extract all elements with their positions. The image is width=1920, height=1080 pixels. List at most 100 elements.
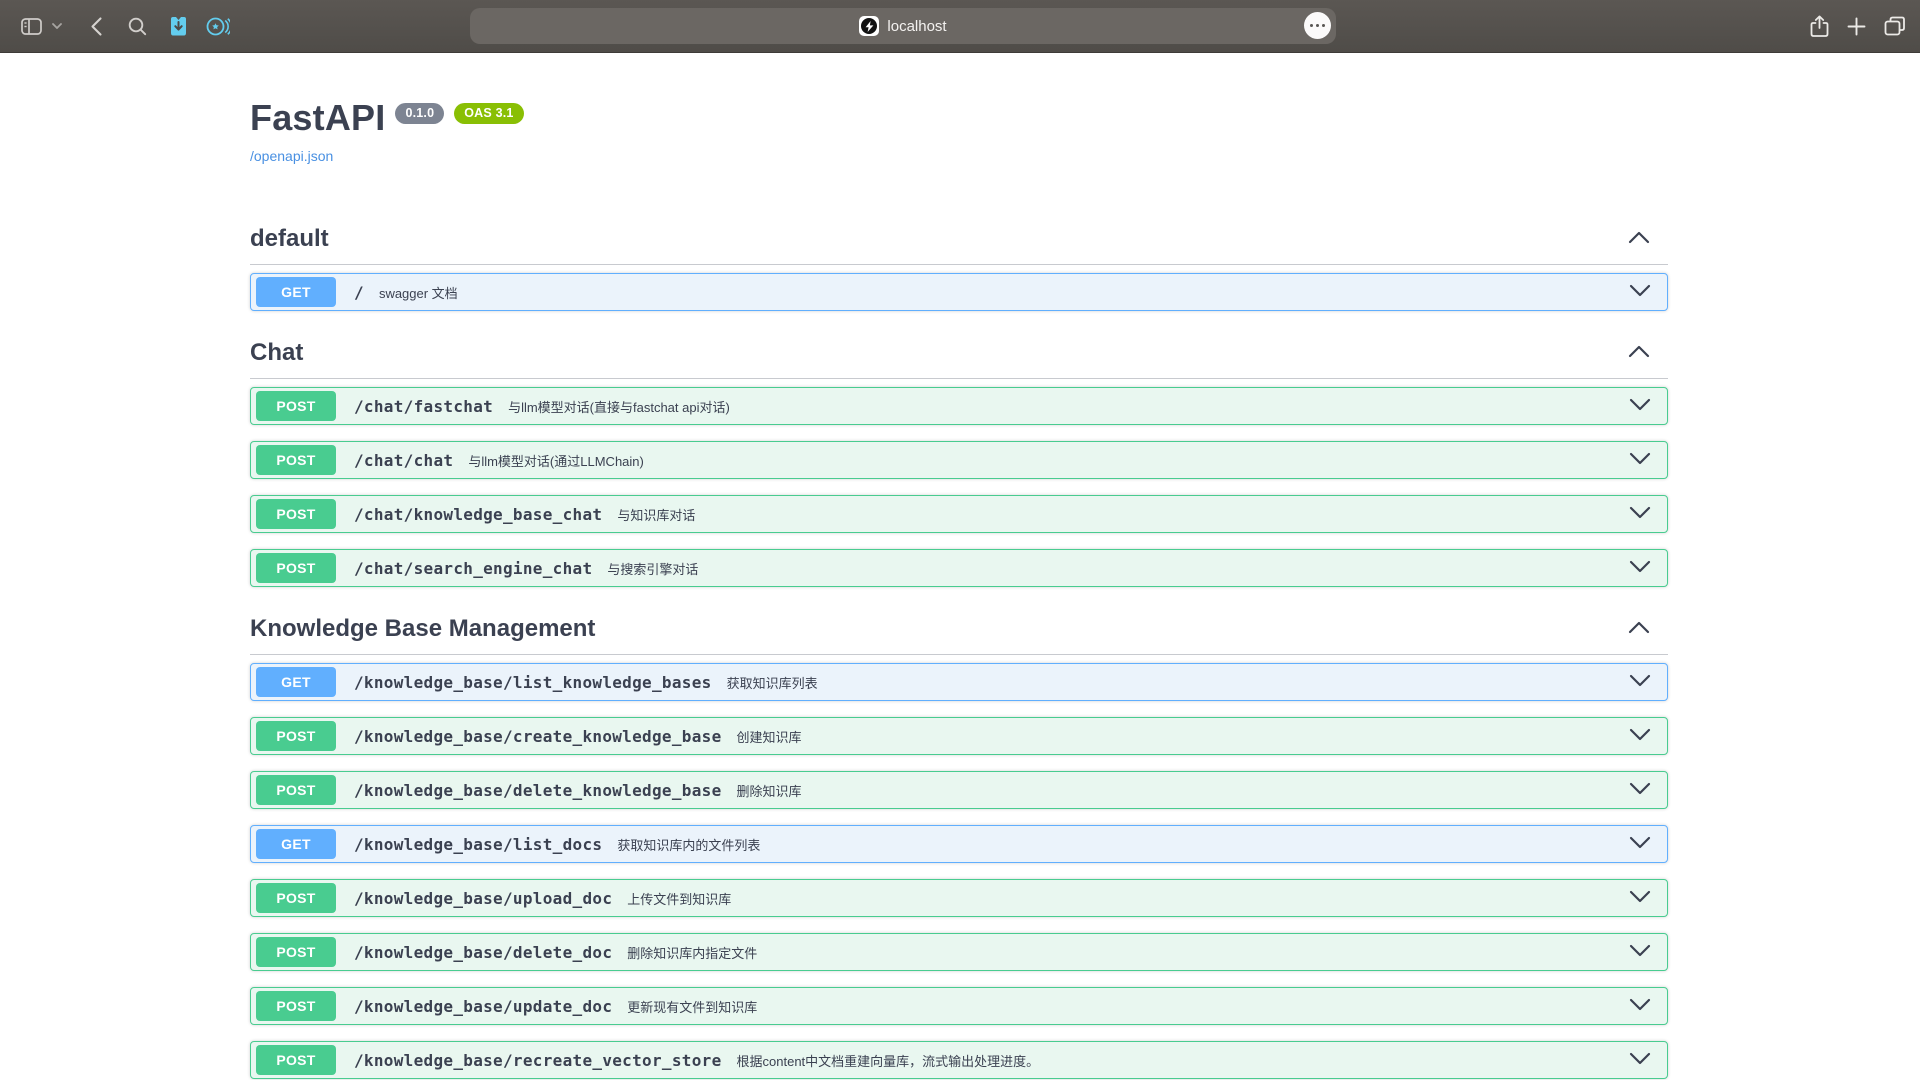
endpoint-description: 更新现有文件到知识库 [627, 997, 757, 1016]
tab-overview-button[interactable] [1884, 11, 1906, 43]
operations-list: GET/knowledge_base/list_knowledge_bases获… [250, 663, 1668, 1079]
endpoint-row[interactable]: POST/knowledge_base/recreate_vector_stor… [250, 1041, 1668, 1079]
endpoint-description: 与搜索引擎对话 [607, 559, 698, 578]
chevron-down-icon [1629, 506, 1651, 522]
expand-operation-button[interactable] [1629, 890, 1651, 906]
method-badge: POST [256, 499, 336, 529]
method-badge: POST [256, 445, 336, 475]
expand-operation-button[interactable] [1629, 398, 1651, 414]
address-bar[interactable]: localhost [470, 8, 1336, 44]
endpoint-row[interactable]: POST/knowledge_base/create_knowledge_bas… [250, 717, 1668, 755]
endpoint-row[interactable]: POST/knowledge_base/delete_knowledge_bas… [250, 771, 1668, 809]
endpoint-row[interactable]: POST/knowledge_base/update_doc更新现有文件到知识库 [250, 987, 1668, 1025]
expand-operation-button[interactable] [1629, 944, 1651, 960]
extension-bookmark-icon [168, 16, 189, 37]
chevron-down-icon [1629, 836, 1651, 852]
oas-badge: OAS 3.1 [454, 103, 523, 124]
expand-operation-button[interactable] [1629, 506, 1651, 522]
chevron-down-icon [1629, 452, 1651, 468]
endpoint-path: /chat/search_engine_chat [354, 559, 592, 578]
search-icon [128, 17, 147, 36]
endpoint-row[interactable]: GET/knowledge_base/list_docs获取知识库内的文件列表 [250, 825, 1668, 863]
back-button[interactable] [76, 10, 116, 42]
expand-operation-button[interactable] [1629, 836, 1651, 852]
endpoint-path: /knowledge_base/delete_knowledge_base [354, 781, 722, 800]
endpoint-row[interactable]: POST/chat/knowledge_base_chat 与知识库对话 [250, 495, 1668, 533]
endpoint-path: / [354, 283, 364, 302]
endpoint-row[interactable]: POST/knowledge_base/upload_doc上传文件到知识库 [250, 879, 1668, 917]
expand-operation-button[interactable] [1629, 1052, 1651, 1068]
tab-overview-icon [1884, 16, 1906, 37]
endpoint-row[interactable]: POST/chat/fastchat与llm模型对话(直接与fastchat a… [250, 387, 1668, 425]
chevron-up-icon [1628, 345, 1650, 361]
sections: defaultGET/swagger 文档ChatPOST/chat/fastc… [250, 224, 1668, 1079]
method-badge: POST [256, 883, 336, 913]
expand-operation-button[interactable] [1629, 452, 1651, 468]
chevron-up-icon [1628, 621, 1650, 637]
chevron-down-icon [1629, 398, 1651, 414]
collapse-section-button[interactable] [1628, 621, 1650, 637]
expand-operation-button[interactable] [1629, 782, 1651, 798]
extension-disc-icon [206, 16, 230, 37]
chevron-down-icon [1629, 560, 1651, 576]
endpoint-description: 与知识库对话 [617, 505, 695, 524]
endpoint-description: 与llm模型对话(直接与fastchat api对话) [508, 397, 730, 416]
chevron-up-icon [1628, 231, 1650, 247]
address-url: localhost [887, 18, 946, 35]
share-icon [1810, 15, 1829, 38]
sidebar-menu-button[interactable] [46, 10, 68, 42]
expand-operation-button[interactable] [1629, 998, 1651, 1014]
page-options-button[interactable] [1304, 12, 1331, 39]
method-badge: POST [256, 721, 336, 751]
expand-operation-button[interactable] [1629, 728, 1651, 744]
endpoint-row[interactable]: GET/knowledge_base/list_knowledge_bases获… [250, 663, 1668, 701]
search-button[interactable] [116, 10, 158, 42]
method-badge: GET [256, 829, 336, 859]
method-badge: POST [256, 553, 336, 583]
endpoint-row[interactable]: GET/swagger 文档 [250, 273, 1668, 311]
extension-bookmark-button[interactable] [158, 10, 198, 42]
sidebar-toggle-icon [21, 18, 42, 35]
endpoint-description: 根据content中文档重建向量库，流式输出处理进度。 [737, 1051, 1040, 1070]
operations-list: GET/swagger 文档 [250, 273, 1668, 311]
back-icon [91, 17, 102, 36]
method-badge: GET [256, 277, 336, 307]
endpoint-path: /knowledge_base/delete_doc [354, 943, 612, 962]
endpoint-description: 获取知识库列表 [727, 673, 818, 692]
section-header-knowledge-base-management[interactable]: Knowledge Base Management [250, 614, 1668, 655]
api-title-text: FastAPI [250, 97, 385, 138]
expand-operation-button[interactable] [1629, 284, 1651, 300]
endpoint-path: /chat/knowledge_base_chat [354, 505, 602, 524]
chevron-down-icon [1629, 998, 1651, 1014]
page-title: FastAPI0.1.0OAS 3.1 [250, 96, 1668, 139]
collapse-section-button[interactable] [1628, 345, 1650, 361]
method-badge: POST [256, 937, 336, 967]
operations-list: POST/chat/fastchat 与llm模型对话(直接与fastchat a… [250, 387, 1668, 587]
collapse-section-button[interactable] [1628, 231, 1650, 247]
chevron-down-icon [1629, 728, 1651, 744]
api-info: FastAPI0.1.0OAS 3.1 /openapi.json [250, 53, 1668, 166]
endpoint-row[interactable]: POST/knowledge_base/delete_doc删除知识库内指定文件 [250, 933, 1668, 971]
section-header-chat[interactable]: Chat [250, 338, 1668, 379]
openapi-spec-link[interactable]: /openapi.json [250, 148, 333, 164]
expand-operation-button[interactable] [1629, 674, 1651, 690]
sidebar-chevron-down-icon [52, 23, 62, 29]
new-tab-button[interactable] [1847, 11, 1866, 43]
endpoint-path: /knowledge_base/recreate_vector_store [354, 1051, 722, 1070]
endpoint-path: /knowledge_base/create_knowledge_base [354, 727, 722, 746]
endpoint-row[interactable]: POST/chat/chat与llm模型对话(通过LLMChain) [250, 441, 1668, 479]
chevron-down-icon [1629, 890, 1651, 906]
sidebar-toggle-button[interactable] [16, 10, 46, 42]
section-header-default[interactable]: default [250, 224, 1668, 265]
lightning-icon [861, 18, 877, 34]
endpoint-path: /chat/fastchat [354, 397, 493, 416]
extension-disc-button[interactable] [198, 10, 238, 42]
method-badge: GET [256, 667, 336, 697]
api-section-knowledge-base-management: Knowledge Base Management GET/knowledge_b… [250, 614, 1668, 1079]
share-button[interactable] [1810, 11, 1829, 43]
method-badge: POST [256, 991, 336, 1021]
expand-operation-button[interactable] [1629, 560, 1651, 576]
endpoint-row[interactable]: POST/chat/search_engine_chat 与搜索引擎对话 [250, 549, 1668, 587]
section-title: Chat [250, 338, 303, 368]
toolbar-right-group [1810, 0, 1906, 53]
